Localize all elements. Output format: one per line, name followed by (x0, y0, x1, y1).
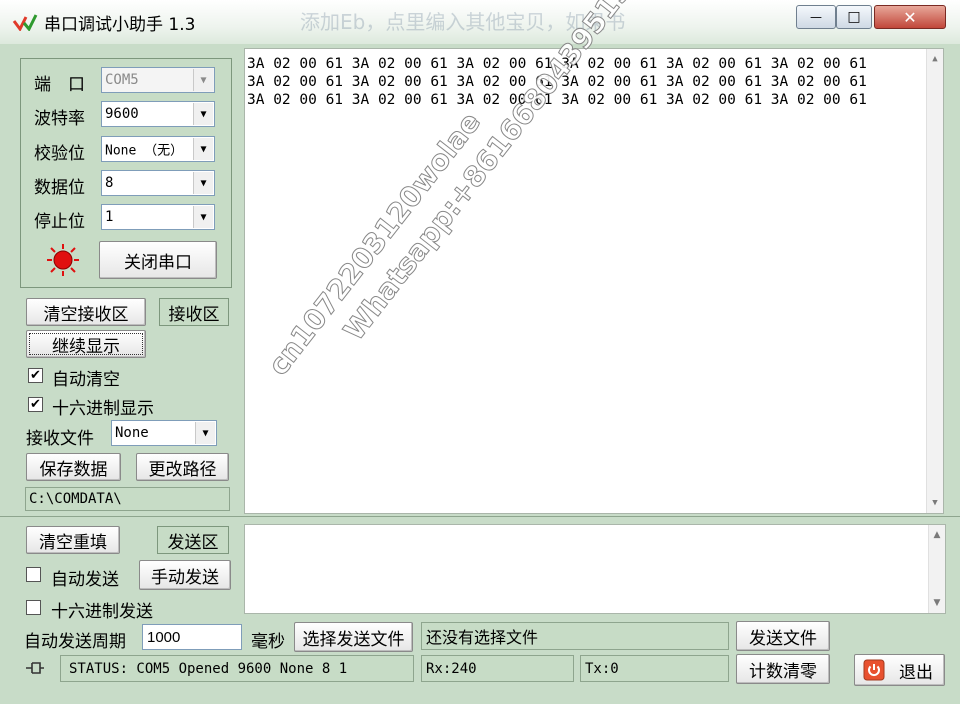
send-area[interactable]: ▲ ▼ (244, 524, 946, 614)
databits-label: 数据位 (34, 178, 85, 198)
chevron-down-icon[interactable]: ▼ (193, 138, 213, 160)
window-title: 串口调试小助手 1.3 (44, 15, 196, 35)
receive-file-label: 接收文件 (26, 429, 94, 449)
parity-select-value: None （无） (105, 143, 184, 159)
title-bar[interactable]: 串口调试小助手 1.3 添加Eb，点里编入其他宝贝，如果书 — □ ✕ (0, 0, 960, 44)
rx-count: Rx:240 (421, 655, 574, 682)
port-status-led-icon (47, 244, 79, 276)
parity-label: 校验位 (34, 144, 85, 164)
stopbits-label: 停止位 (34, 212, 85, 232)
chevron-down-icon[interactable]: ▼ (193, 103, 213, 125)
exit-button[interactable]: 退出 (854, 654, 945, 686)
receive-file-select-value: None (115, 425, 149, 441)
chevron-down-icon[interactable]: ▼ (193, 69, 213, 91)
receive-area-label: 接收区 (159, 298, 229, 326)
minimize-button[interactable]: — (796, 5, 836, 29)
auto-send-period-input[interactable] (142, 624, 242, 650)
port-label: 端 口 (34, 75, 85, 95)
reset-count-button[interactable]: 计数清零 (736, 654, 830, 684)
save-data-button[interactable]: 保存数据 (26, 453, 121, 481)
app-window: 串口调试小助手 1.3 添加Eb，点里编入其他宝贝，如果书 — □ ✕ 端 口 … (0, 0, 960, 704)
tx-count: Tx:0 (580, 655, 729, 682)
receive-line: 3A 02 00 61 3A 02 00 61 3A 02 00 61 3A 0… (247, 56, 867, 72)
continue-display-button[interactable]: 继续显示 (26, 330, 146, 358)
app-logo-icon (12, 14, 38, 31)
scroll-up-icon[interactable]: ▲ (929, 527, 945, 543)
pin-icon[interactable] (24, 660, 46, 676)
hex-send-label: 十六进制发送 (51, 602, 153, 622)
hex-send-checkbox[interactable] (26, 600, 41, 615)
divider (0, 516, 960, 517)
manual-send-button[interactable]: 手动发送 (139, 560, 231, 590)
hex-display-label: 十六进制显示 (52, 399, 154, 419)
databits-select[interactable]: 8 ▼ (101, 170, 215, 196)
baud-label: 波特率 (34, 109, 85, 129)
clear-send-button[interactable]: 清空重填 (26, 526, 120, 554)
baud-select[interactable]: 9600 ▼ (101, 101, 215, 127)
send-file-status: 还没有选择文件 (421, 622, 729, 650)
chevron-down-icon[interactable]: ▼ (193, 206, 213, 228)
clear-receive-button[interactable]: 清空接收区 (26, 298, 146, 326)
scroll-up-icon[interactable]: ▲ (927, 51, 943, 67)
databits-select-value: 8 (105, 175, 114, 191)
port-select-value: COM5 (105, 72, 139, 88)
send-area-label: 发送区 (157, 526, 229, 554)
milliseconds-label: 毫秒 (251, 632, 285, 652)
send-scrollbar[interactable]: ▲ ▼ (928, 525, 945, 613)
receive-line: 3A 02 00 61 3A 02 00 61 3A 02 00 61 3A 0… (247, 92, 867, 108)
auto-send-checkbox[interactable] (26, 567, 41, 582)
close-port-button[interactable]: 关闭串口 (99, 241, 217, 279)
auto-send-period-label: 自动发送周期 (24, 632, 126, 652)
baud-select-value: 9600 (105, 106, 139, 122)
parity-select[interactable]: None （无） ▼ (101, 136, 215, 162)
stopbits-select[interactable]: 1 ▼ (101, 204, 215, 230)
stopbits-select-value: 1 (105, 209, 114, 225)
receive-lines: 3A 02 00 61 3A 02 00 61 3A 02 00 61 3A 0… (247, 55, 943, 109)
maximize-button[interactable]: □ (836, 5, 872, 29)
receive-scrollbar[interactable]: ▲ ▼ (926, 49, 943, 513)
receive-file-select[interactable]: None ▼ (111, 420, 217, 446)
status-text: STATUS: COM5 Opened 9600 None 8 1 (60, 655, 414, 682)
auto-clear-checkbox[interactable]: ✔ (28, 368, 43, 383)
scroll-down-icon[interactable]: ▼ (929, 595, 945, 611)
receive-line: 3A 02 00 61 3A 02 00 61 3A 02 00 61 3A 0… (247, 74, 867, 90)
power-icon (863, 659, 885, 681)
scroll-down-icon[interactable]: ▼ (927, 495, 943, 511)
auto-clear-label: 自动清空 (52, 370, 120, 390)
change-path-button[interactable]: 更改路径 (136, 453, 229, 481)
close-button[interactable]: ✕ (874, 5, 946, 29)
hex-display-checkbox[interactable]: ✔ (28, 397, 43, 412)
send-file-button[interactable]: 发送文件 (736, 621, 830, 651)
auto-send-label: 自动发送 (51, 570, 119, 590)
select-send-file-button[interactable]: 选择发送文件 (294, 622, 413, 652)
chevron-down-icon[interactable]: ▼ (193, 172, 213, 194)
chevron-down-icon[interactable]: ▼ (195, 422, 215, 444)
exit-button-label: 退出 (899, 662, 933, 683)
port-select[interactable]: COM5 ▼ (101, 67, 215, 93)
save-path-display: C:\COMDATA\ (25, 487, 230, 511)
